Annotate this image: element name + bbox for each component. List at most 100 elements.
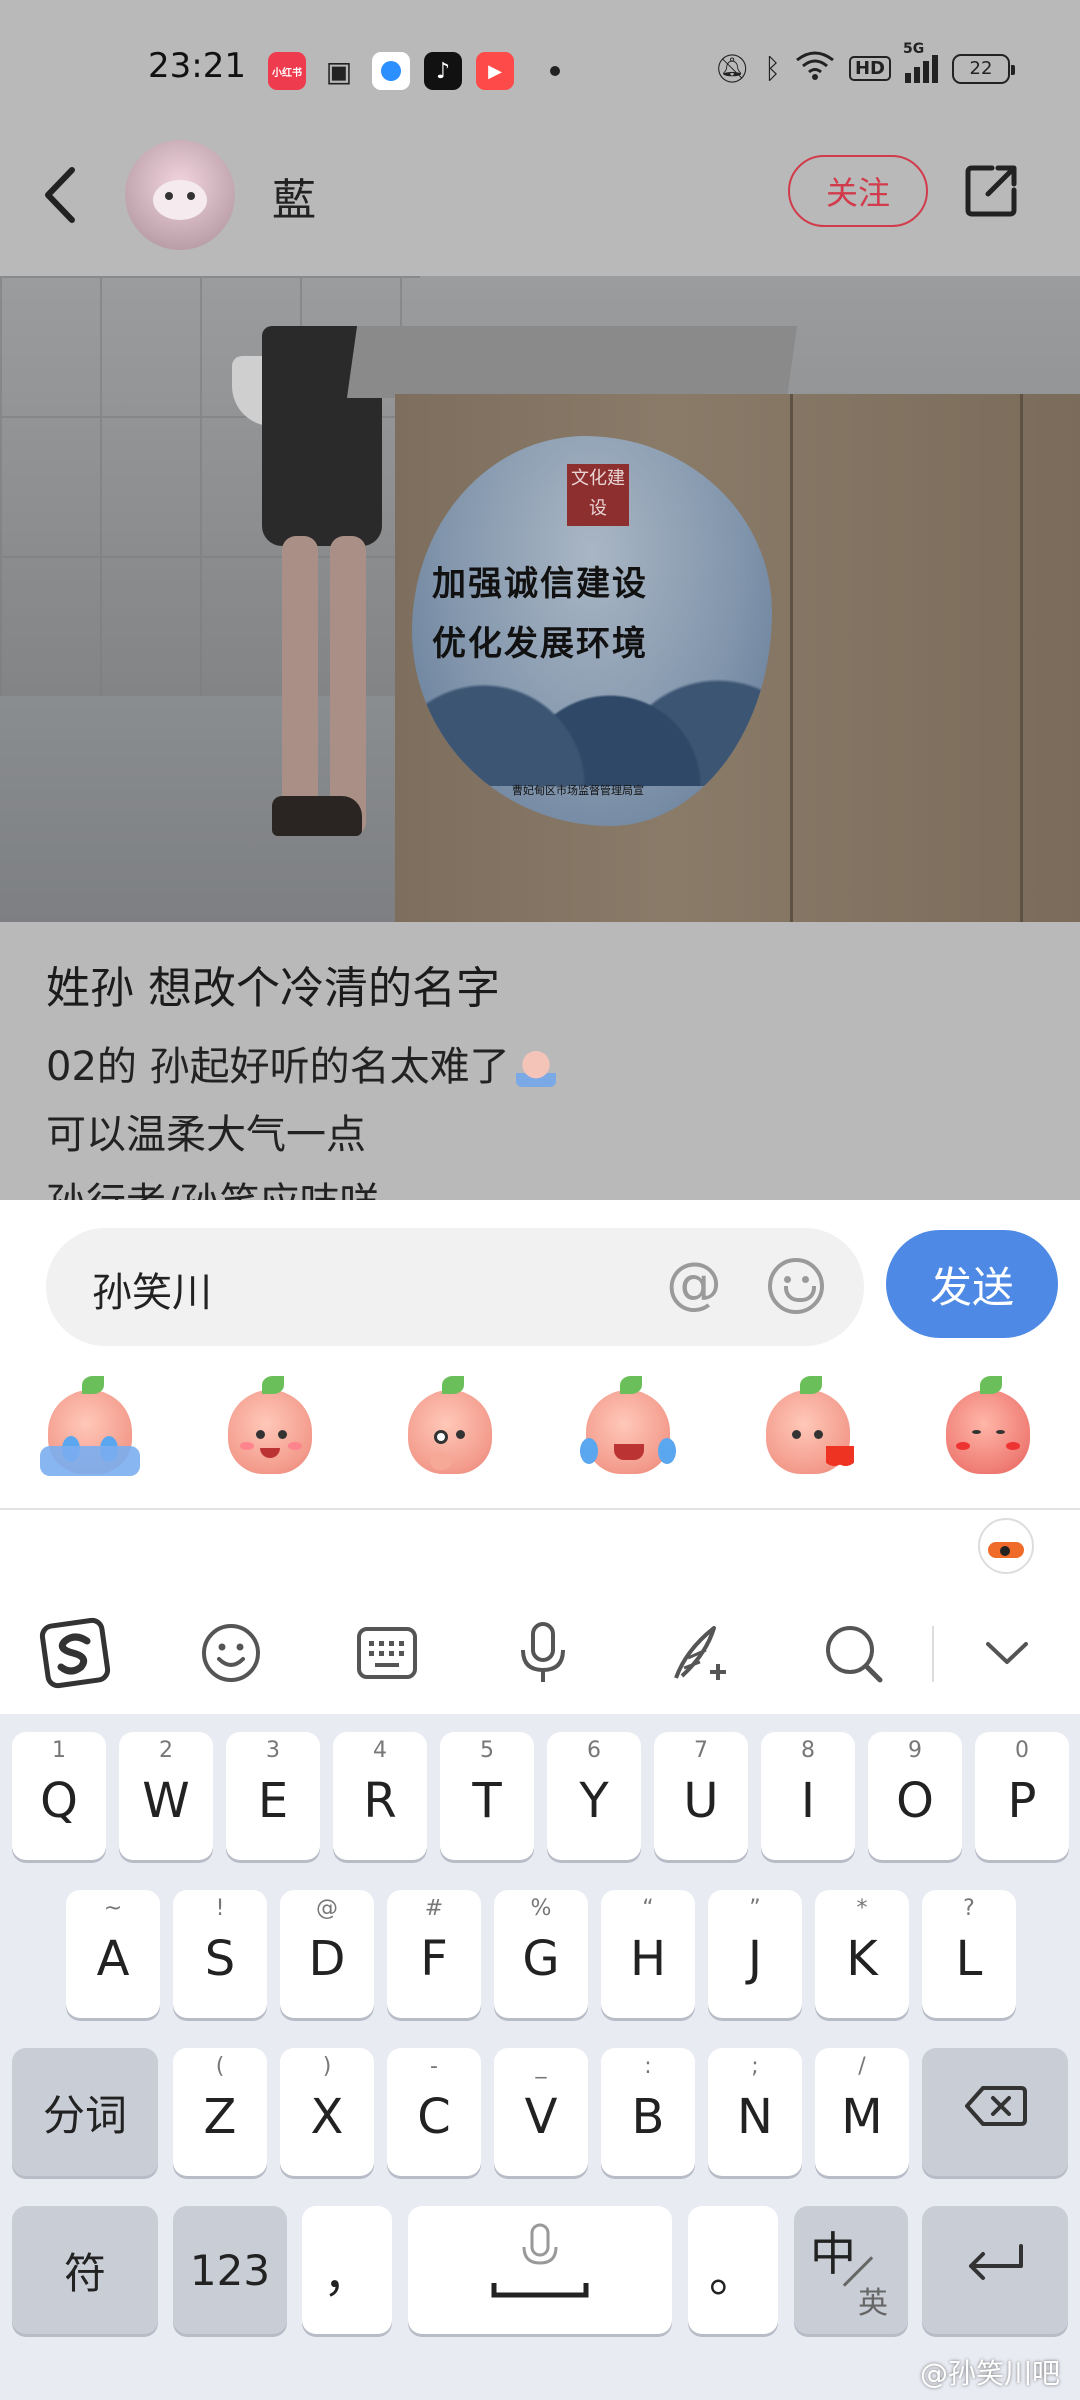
emoji-picker-icon[interactable]	[768, 1258, 824, 1314]
key-n[interactable]: ; N	[708, 2048, 802, 2176]
wifi-icon	[795, 50, 835, 87]
photo-leg	[330, 536, 366, 836]
peach-thinking-icon[interactable]	[400, 1376, 500, 1476]
key-h[interactable]: “H	[601, 1890, 695, 2018]
key-123[interactable]: 123	[173, 2206, 287, 2334]
share-icon[interactable]	[964, 162, 1020, 218]
key-comma[interactable]: ，	[302, 2206, 392, 2334]
comment-input-value[interactable]: 孙笑川	[92, 1260, 212, 1318]
follow-button[interactable]: 关注	[788, 155, 928, 227]
poster-footer: 曹妃甸区市场监督管理局宣	[512, 784, 644, 797]
enter-arrow-icon	[963, 2242, 1027, 2298]
key-x[interactable]: ) X	[280, 2048, 374, 2176]
key-e[interactable]: 3E	[226, 1732, 320, 1860]
peach-smile-icon[interactable]	[220, 1376, 320, 1476]
dimmed-post-region[interactable]: 23:21 小红书 ▣ ♪ ▶ 🔕︎ ᛒ HD 5G 22 藍 关注 文化建设 …	[0, 0, 1080, 1200]
app-root: 23:21 小红书 ▣ ♪ ▶ 🔕︎ ᛒ HD 5G 22 藍 关注 文化建设 …	[0, 0, 1080, 2400]
key-j[interactable]: ” J	[708, 1890, 802, 2018]
send-button[interactable]: 发送	[886, 1230, 1058, 1338]
counter-seam	[1020, 394, 1023, 922]
key-l[interactable]: ? L	[922, 1890, 1016, 2018]
post-title: 姓孙 想改个冷清的名字	[46, 963, 500, 1014]
status-time: 23:21	[148, 46, 246, 86]
peach-shy-icon[interactable]	[938, 1376, 1038, 1476]
handwriting-icon[interactable]	[662, 1616, 736, 1690]
collapse-chevron-icon[interactable]	[970, 1616, 1044, 1690]
key-k[interactable]: * K	[815, 1890, 909, 2018]
battery-indicator: 22	[952, 53, 1015, 84]
peach-kiss-heart-icon[interactable]	[758, 1376, 858, 1476]
status-bar: 23:21 小红书 ▣ ♪ ▶ 🔕︎ ᛒ HD 5G 22	[0, 0, 1080, 140]
photo-shoe	[272, 796, 362, 836]
key-f[interactable]: # F	[387, 1890, 481, 2018]
key-space[interactable]	[408, 2206, 672, 2334]
key-q[interactable]: 1Q	[12, 1732, 106, 1860]
toolbar-separator	[932, 1626, 934, 1682]
counter-seam	[790, 394, 793, 922]
poster-line-1: 加强诚信建设	[432, 564, 648, 604]
key-g[interactable]: % G	[494, 1890, 588, 2018]
lang-sub-label: 英	[858, 2286, 888, 2321]
photo-poster: 文化建设 加强诚信建设 优化发展环境 曹妃甸区市场监督管理局宣	[412, 436, 772, 826]
circle-app-icon	[372, 52, 410, 90]
quick-emoji-row	[0, 1376, 1080, 1486]
author-name[interactable]: 藍	[272, 164, 316, 228]
author-avatar[interactable]	[125, 140, 235, 250]
key-m[interactable]: / M	[815, 2048, 909, 2176]
ime-keyboard: 1Q 2W 3E 4R 5T 6Y 7U 8I 9O 0P ~ A ! S @ D #…	[0, 1714, 1080, 2400]
notification-dot	[550, 66, 560, 76]
crying-emoji-icon	[515, 1051, 556, 1087]
post-photo[interactable]: 文化建设 加强诚信建设 优化发展环境 曹妃甸区市场监督管理局宣	[0, 276, 1080, 922]
key-v[interactable]: _ V	[494, 2048, 588, 2176]
poster-seal: 文化建设	[567, 464, 629, 526]
key-r[interactable]: 4R	[333, 1732, 427, 1860]
key-period[interactable]: 。	[688, 2206, 778, 2334]
ime-toolbar	[0, 1510, 1080, 1714]
post-text-line: 02的 孙起好听的名太难了	[46, 1034, 556, 1092]
bilibili-icon: ▣	[325, 54, 353, 88]
key-y[interactable]: 6Y	[547, 1732, 641, 1860]
post-text: 02的 孙起好听的名太难了	[46, 1044, 510, 1090]
key-enter[interactable]	[922, 2206, 1068, 2334]
hd-badge: HD	[848, 56, 891, 81]
key-fenci[interactable]: 分词	[12, 2048, 158, 2176]
key-a[interactable]: ~ A	[66, 1890, 160, 2018]
key-symbols[interactable]: 符	[12, 2206, 158, 2334]
back-arrow-icon[interactable]	[40, 160, 80, 246]
key-u[interactable]: 7U	[654, 1732, 748, 1860]
photo-leg	[282, 536, 318, 816]
key-c[interactable]: -C	[387, 2048, 481, 2176]
space-mic-icon	[490, 2219, 590, 2321]
key-w[interactable]: 2W	[119, 1732, 213, 1860]
mute-bell-icon: 🔕︎	[714, 52, 751, 85]
status-right: 🔕︎ ᛒ HD 5G 22	[714, 41, 1015, 87]
key-z[interactable]: (Z	[173, 2048, 267, 2176]
keyboard-icon[interactable]	[350, 1616, 424, 1690]
key-lang-switch[interactable]: 中 英	[794, 2206, 908, 2334]
microphone-icon[interactable]	[506, 1616, 580, 1690]
xiaohongshu-icon: 小红书	[268, 52, 306, 90]
sogou-logo-icon[interactable]	[38, 1616, 112, 1690]
lang-main-label: 中	[810, 2227, 856, 2281]
bluetooth-icon: ᛒ	[764, 52, 781, 85]
photo-countertop	[346, 326, 798, 398]
search-icon[interactable]	[816, 1616, 890, 1690]
emoji-icon[interactable]	[194, 1616, 268, 1690]
signal-icon: 5G	[903, 41, 938, 83]
key-i[interactable]: 8I	[761, 1732, 855, 1860]
key-b[interactable]: :B	[601, 2048, 695, 2176]
key-p[interactable]: 0P	[975, 1732, 1069, 1860]
peach-laugh-tears-icon[interactable]	[578, 1376, 678, 1476]
key-d[interactable]: @ D	[280, 1890, 374, 2018]
comment-input[interactable]: 孙笑川 @	[46, 1228, 864, 1346]
key-s[interactable]: ! S	[173, 1890, 267, 2018]
tiktok-icon: ♪	[424, 52, 462, 90]
peach-crying-icon[interactable]	[40, 1376, 140, 1476]
mention-at-icon[interactable]: @	[666, 1254, 722, 1314]
key-o[interactable]: 9O	[868, 1732, 962, 1860]
network-type: 5G	[903, 40, 925, 57]
key-t[interactable]: 5T	[440, 1732, 534, 1860]
key-backspace[interactable]	[922, 2048, 1068, 2176]
video-app-icon: ▶	[476, 52, 514, 90]
ime-mascot-icon[interactable]	[978, 1518, 1034, 1574]
